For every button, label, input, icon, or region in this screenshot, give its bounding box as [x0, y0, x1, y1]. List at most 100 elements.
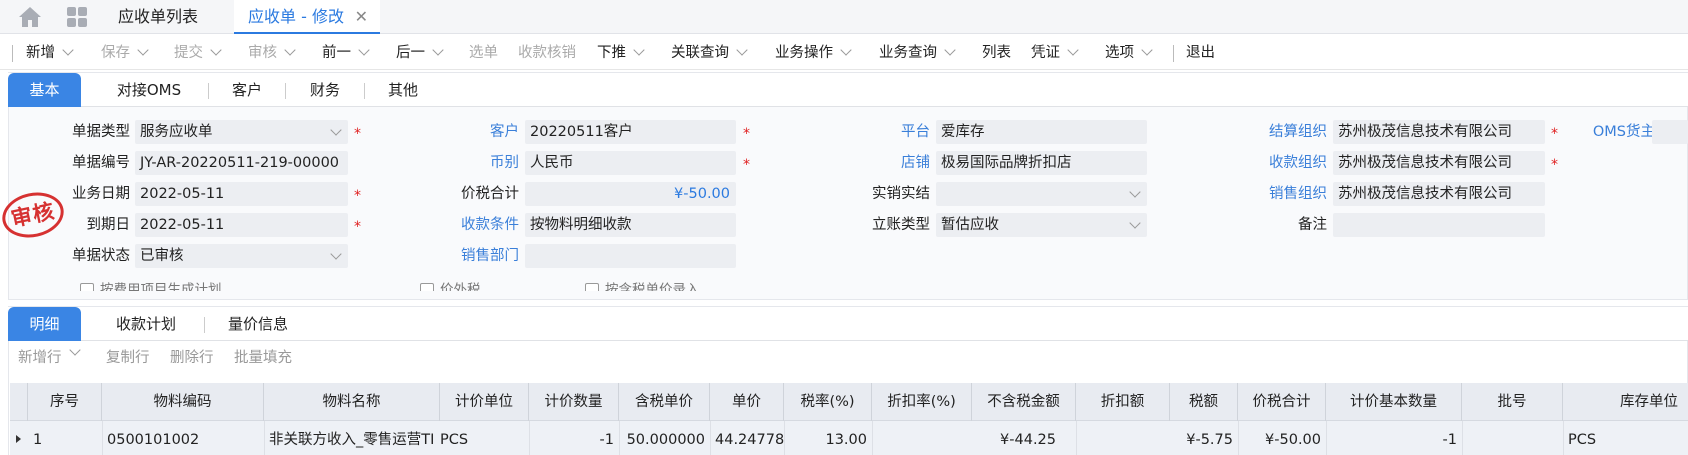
tab-other[interactable]: 其他 — [372, 73, 434, 107]
tab-price-info[interactable]: 量价信息 — [212, 307, 304, 341]
cell-tax-price[interactable]: 50.000000 — [619, 426, 710, 454]
actual-sale-select[interactable] — [936, 182, 1147, 206]
col-material-name[interactable]: 物料名称 — [264, 383, 440, 421]
remark-field[interactable] — [1333, 213, 1545, 237]
sale-dept-field[interactable] — [525, 244, 736, 268]
cell-total[interactable]: ¥-50.00 — [1238, 426, 1326, 454]
status-select[interactable]: 已审核 — [135, 244, 348, 268]
add-row-button[interactable]: 新增行 — [18, 344, 81, 370]
checkbox-expense-plan[interactable]: 按费用项目生成计划 — [80, 277, 222, 291]
tab-payment-plan[interactable]: 收款计划 — [96, 307, 196, 341]
next-button[interactable]: 后一 — [396, 36, 444, 70]
write-off-button[interactable]: 收款核销 — [518, 36, 576, 70]
cell-tax-amount[interactable]: ¥-5.75 — [1170, 426, 1238, 454]
delete-row-button[interactable]: 删除行 — [170, 346, 214, 370]
pay-terms-field[interactable]: 按物料明细收款 — [525, 213, 736, 237]
currency-label[interactable]: 币别 — [420, 151, 519, 175]
customer-field[interactable]: 20220511客户 — [525, 120, 736, 144]
business-operation-button[interactable]: 业务操作 — [775, 36, 852, 70]
push-down-button[interactable]: 下推 — [597, 36, 645, 70]
pay-terms-label[interactable]: 收款条件 — [420, 213, 519, 237]
col-stock-unit[interactable]: 库存单位 — [1563, 383, 1688, 421]
save-button[interactable]: 保存 — [101, 36, 149, 70]
cell-tax-rate[interactable]: 13.00 — [784, 426, 872, 454]
list-button[interactable]: 列表 — [982, 36, 1011, 70]
chevron-down-icon — [1129, 186, 1141, 198]
tab-finance[interactable]: 财务 — [294, 73, 356, 107]
copy-row-button[interactable]: 复制行 — [106, 346, 150, 370]
col-discount-rate[interactable]: 折扣率(%) — [872, 383, 972, 421]
tab-customer[interactable]: 客户 — [216, 73, 278, 107]
col-price-qty[interactable]: 计价数量 — [529, 383, 619, 421]
col-amount-excl-tax[interactable]: 不含税金额 — [972, 383, 1076, 421]
close-icon[interactable]: ✕ — [355, 0, 368, 34]
cell-discount-rate[interactable] — [872, 426, 972, 454]
col-price-unit[interactable]: 计价单位 — [440, 383, 529, 421]
bill-type-select[interactable]: 服务应收单 — [135, 120, 348, 144]
cell-price-qty[interactable]: -1 — [529, 426, 619, 454]
submit-button[interactable]: 提交 — [174, 36, 222, 70]
shop-field[interactable]: 极易国际品牌折扣店 — [936, 151, 1147, 175]
oms-owner-field[interactable] — [1652, 120, 1688, 144]
bill-no-field[interactable]: JY-AR-20220511-219-00000 — [135, 151, 348, 175]
required-mark: * — [354, 188, 361, 204]
col-price[interactable]: 单价 — [710, 383, 784, 421]
home-icon[interactable] — [18, 6, 42, 28]
options-button[interactable]: 选项 — [1105, 36, 1153, 70]
tab-receivable-list[interactable]: 应收单列表 — [118, 0, 198, 34]
related-query-button[interactable]: 关联查询 — [671, 36, 748, 70]
voucher-button[interactable]: 凭证 — [1031, 36, 1079, 70]
settle-org-label[interactable]: 结算组织 — [1230, 120, 1327, 144]
col-discount-amount[interactable]: 折扣额 — [1076, 383, 1170, 421]
account-type-select[interactable]: 暂估应收 — [936, 213, 1147, 237]
tab-oms[interactable]: 对接OMS — [100, 73, 198, 107]
sale-dept-label[interactable]: 销售部门 — [420, 244, 519, 268]
cell-price[interactable]: 44.24778 — [710, 426, 784, 454]
cell-batch-no[interactable] — [1462, 426, 1563, 454]
cell-stock-unit[interactable]: PCS — [1563, 426, 1688, 454]
col-material-code[interactable]: 物料编码 — [102, 383, 264, 421]
due-date-field[interactable]: 2022-05-11 — [135, 213, 348, 237]
cell-material-code[interactable]: 0500101002 — [102, 426, 264, 454]
audit-button[interactable]: 审核 — [248, 36, 296, 70]
tab-detail[interactable]: 明细 — [8, 307, 81, 341]
platform-field[interactable]: 爱库存 — [936, 120, 1147, 144]
checkbox-tax-price-entry[interactable]: 按含税单价录入 — [585, 277, 700, 291]
batch-fill-button[interactable]: 批量填充 — [234, 346, 292, 370]
cell-material-name[interactable]: 非关联方收入_零售运营TI — [264, 426, 440, 454]
receive-org-label[interactable]: 收款组织 — [1230, 151, 1327, 175]
col-base-qty[interactable]: 计价基本数量 — [1326, 383, 1462, 421]
apps-grid-icon[interactable] — [66, 6, 88, 28]
previous-button[interactable]: 前一 — [322, 36, 370, 70]
platform-label[interactable]: 平台 — [840, 120, 930, 144]
biz-date-field[interactable]: 2022-05-11 — [135, 182, 348, 206]
select-bill-button[interactable]: 选单 — [469, 36, 498, 70]
cell-amount-excl-tax[interactable]: ¥-44.25 — [972, 426, 1076, 454]
cell-seq[interactable]: 1 — [28, 426, 102, 454]
col-seq[interactable]: 序号 — [28, 383, 102, 421]
col-tax-price[interactable]: 含税单价 — [619, 383, 710, 421]
checkbox-extra-tax[interactable]: 价外税 — [420, 277, 481, 291]
col-total[interactable]: 价税合计 — [1238, 383, 1326, 421]
receive-org-field[interactable]: 苏州极茂信息技术有限公司 — [1333, 151, 1545, 175]
exit-button[interactable]: 退出 — [1186, 36, 1215, 70]
cell-price-unit[interactable]: PCS — [440, 426, 529, 454]
business-query-button[interactable]: 业务查询 — [879, 36, 956, 70]
customer-label[interactable]: 客户 — [420, 120, 519, 144]
cell-base-qty[interactable]: -1 — [1326, 426, 1462, 454]
currency-field[interactable]: 人民币 — [525, 151, 736, 175]
tab-basic[interactable]: 基本 — [8, 73, 81, 107]
shop-label[interactable]: 店铺 — [840, 151, 930, 175]
cell-discount-amount[interactable] — [1076, 426, 1170, 454]
table-row[interactable]: 1 0500101002 非关联方收入_零售运营TI PCS -1 50.000… — [10, 421, 1688, 455]
col-batch-no[interactable]: 批号 — [1462, 383, 1563, 421]
sale-org-field[interactable]: 苏州极茂信息技术有限公司 — [1333, 182, 1545, 206]
sale-org-label[interactable]: 销售组织 — [1230, 182, 1327, 206]
oms-owner-label[interactable]: OMS货主 — [1570, 120, 1655, 144]
tab-receivable-edit[interactable]: 应收单 - 修改 ✕ — [234, 0, 380, 34]
settle-org-field[interactable]: 苏州极茂信息技术有限公司 — [1333, 120, 1545, 144]
col-tax-rate[interactable]: 税率(%) — [784, 383, 872, 421]
new-button[interactable]: 新增 — [26, 36, 74, 70]
chevron-down-icon — [137, 44, 149, 56]
col-tax-amount[interactable]: 税额 — [1170, 383, 1238, 421]
